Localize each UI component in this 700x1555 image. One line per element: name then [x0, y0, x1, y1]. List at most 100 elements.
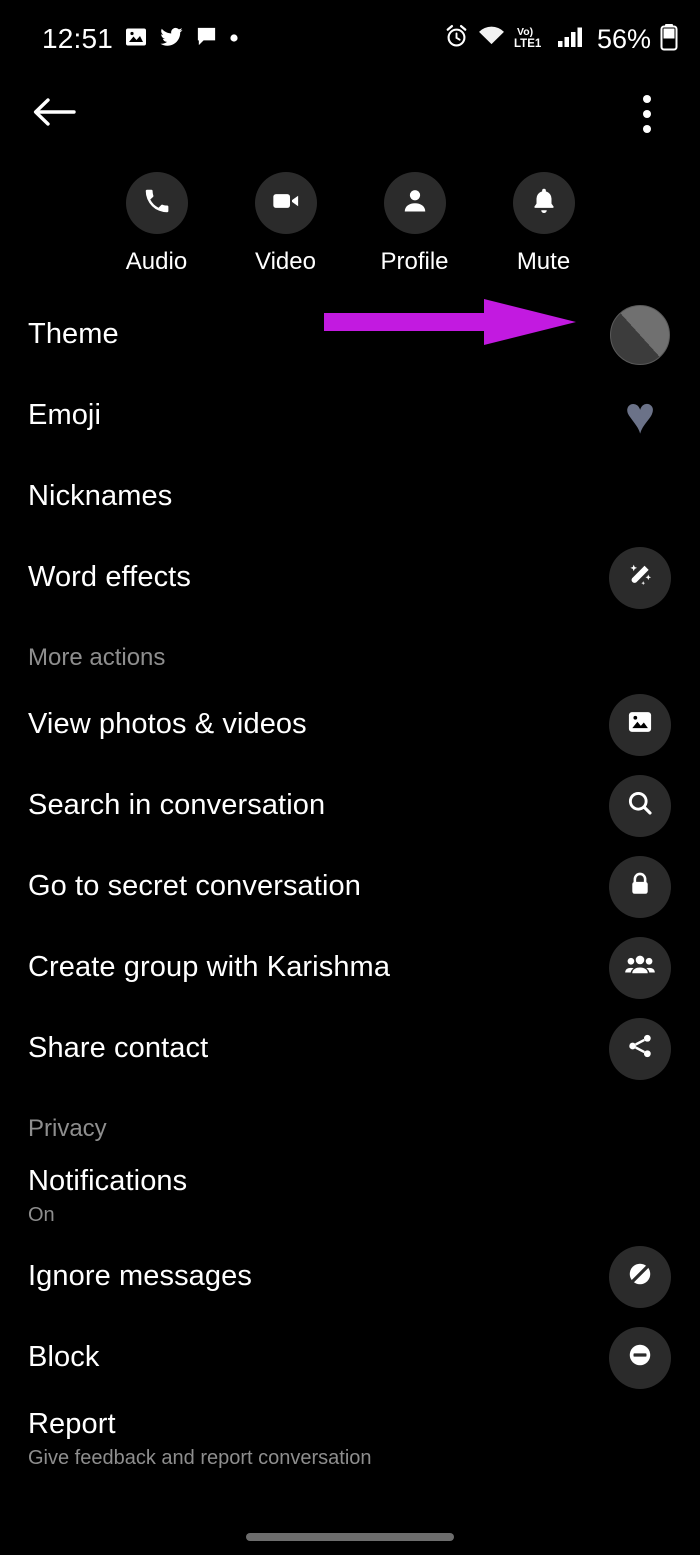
status-bar-left: 12:51 — [42, 25, 239, 54]
list-item-title: Block — [28, 1341, 100, 1374]
list-item-theme[interactable]: Theme — [0, 294, 700, 375]
quick-action-video-label: Video — [255, 248, 316, 275]
people-circle — [609, 936, 671, 999]
list-item-emoji[interactable]: Emoji ♥ — [0, 375, 700, 456]
signal-bars-icon — [557, 25, 585, 54]
list-item-end-empty — [608, 1164, 672, 1228]
list-item-text: Report Give feedback and report conversa… — [28, 1407, 608, 1469]
block-circle — [609, 1326, 671, 1389]
list-item-subtitle: On — [28, 1203, 55, 1226]
list-item-title: Word effects — [28, 561, 191, 594]
kebab-menu-icon — [643, 95, 651, 103]
search-circle — [609, 774, 671, 837]
share-icon — [626, 1032, 654, 1065]
list-item-text: Theme — [28, 317, 608, 351]
list-item-title: Share contact — [28, 1032, 209, 1065]
kebab-menu-icon — [643, 125, 651, 133]
list-item-notifications[interactable]: Notifications On — [0, 1155, 700, 1236]
back-button[interactable] — [28, 88, 80, 140]
volte-icon: Vo) LTE1 — [514, 24, 548, 55]
list-item-view-photos-videos[interactable]: View photos & videos — [0, 684, 700, 765]
list-item-word-effects[interactable]: Word effects — [0, 537, 700, 618]
list-item-title: Ignore messages — [28, 1260, 252, 1293]
list-item-text: Ignore messages — [28, 1259, 608, 1293]
lock-circle — [609, 855, 671, 918]
status-bar-right: Vo) LTE1 56% — [444, 23, 678, 56]
list-item-text: Word effects — [28, 560, 608, 594]
quick-action-video[interactable]: Video — [250, 172, 322, 276]
quick-action-audio[interactable]: Audio — [121, 172, 193, 276]
svg-text:LTE1: LTE1 — [514, 38, 542, 50]
ignore-icon — [625, 1259, 655, 1294]
list-item-title: View photos & videos — [28, 708, 307, 741]
battery-percent-label: 56% — [596, 23, 651, 54]
search-icon — [625, 788, 655, 823]
list-item-share-contact[interactable]: Share contact — [0, 1008, 700, 1089]
list-item-end-empty — [608, 1407, 672, 1471]
list-item-end — [608, 774, 672, 838]
phone-icon — [142, 186, 172, 221]
svg-text:Vo): Vo) — [517, 26, 533, 38]
list-item-title: Create group with Karishma — [28, 951, 391, 984]
kebab-menu-icon — [643, 110, 651, 118]
list-item-search-in-conversation[interactable]: Search in conversation — [0, 765, 700, 846]
video-camera-icon — [270, 185, 302, 222]
list-item-end — [608, 1326, 672, 1390]
list-item-create-group[interactable]: Create group with Karishma — [0, 927, 700, 1008]
home-indicator — [246, 1533, 454, 1541]
heart-icon[interactable]: ♥ — [625, 390, 656, 442]
people-icon — [624, 949, 656, 986]
photo-circle — [609, 693, 671, 756]
quick-action-profile[interactable]: Profile — [379, 172, 451, 276]
emoji-preview-wrap: ♥ — [608, 384, 672, 448]
quick-action-mute-label: Mute — [516, 248, 571, 275]
quick-action-audio-circle — [125, 172, 188, 234]
list-item-end — [608, 855, 672, 919]
quick-action-profile-label: Profile — [380, 248, 449, 275]
back-arrow-icon — [32, 95, 76, 134]
quick-action-video-circle — [254, 172, 317, 234]
section-header-more-actions: More actions — [28, 644, 166, 671]
magic-wand-circle — [609, 546, 671, 609]
list-item-go-to-secret-conversation[interactable]: Go to secret conversation — [0, 846, 700, 927]
list-item-end-empty — [608, 465, 672, 529]
person-icon — [400, 186, 430, 221]
list-item-nicknames[interactable]: Nicknames — [0, 456, 700, 537]
list-item-title: Go to secret conversation — [28, 870, 361, 903]
list-item-end — [608, 1017, 672, 1081]
list-item-text: Go to secret conversation — [28, 869, 608, 903]
list-item-report[interactable]: Report Give feedback and report conversa… — [0, 1398, 700, 1479]
list-item-title: Nicknames — [28, 480, 173, 513]
photo-icon — [626, 708, 654, 741]
lock-icon — [626, 870, 654, 903]
quick-action-mute-circle — [512, 172, 575, 234]
quick-action-audio-label: Audio — [125, 248, 188, 275]
list-item-end — [608, 1245, 672, 1309]
magic-wand-icon — [624, 559, 656, 596]
list-item-title: Report — [28, 1408, 116, 1441]
theme-swatch-icon[interactable] — [610, 304, 670, 365]
list-item-title: Search in conversation — [28, 789, 326, 822]
list-item-subtitle: Give feedback and report conversation — [28, 1446, 372, 1469]
block-icon — [625, 1340, 655, 1375]
overflow-menu-button[interactable] — [624, 88, 670, 140]
bell-icon — [529, 186, 559, 221]
list-item-end — [608, 546, 672, 610]
list-item-text: Block — [28, 1340, 608, 1374]
list-item-title: Theme — [28, 318, 119, 351]
quick-action-mute[interactable]: Mute — [508, 172, 580, 276]
list-item-text: Nicknames — [28, 479, 608, 513]
list-item-text: Search in conversation — [28, 788, 608, 822]
list-item-ignore-messages[interactable]: Ignore messages — [0, 1236, 700, 1317]
list-item-text: View photos & videos — [28, 707, 608, 741]
list-item-block[interactable]: Block — [0, 1317, 700, 1398]
ignore-circle — [609, 1245, 671, 1308]
list-item-text: Notifications On — [28, 1164, 608, 1226]
theme-swatch-wrap — [608, 303, 672, 367]
quick-action-profile-circle — [383, 172, 446, 234]
alarm-icon — [444, 24, 469, 54]
image-icon — [124, 25, 148, 54]
status-bar: 12:51 Vo) LTE1 56% — [0, 0, 700, 78]
app-bar — [0, 78, 700, 150]
message-bubble-icon — [195, 25, 218, 53]
